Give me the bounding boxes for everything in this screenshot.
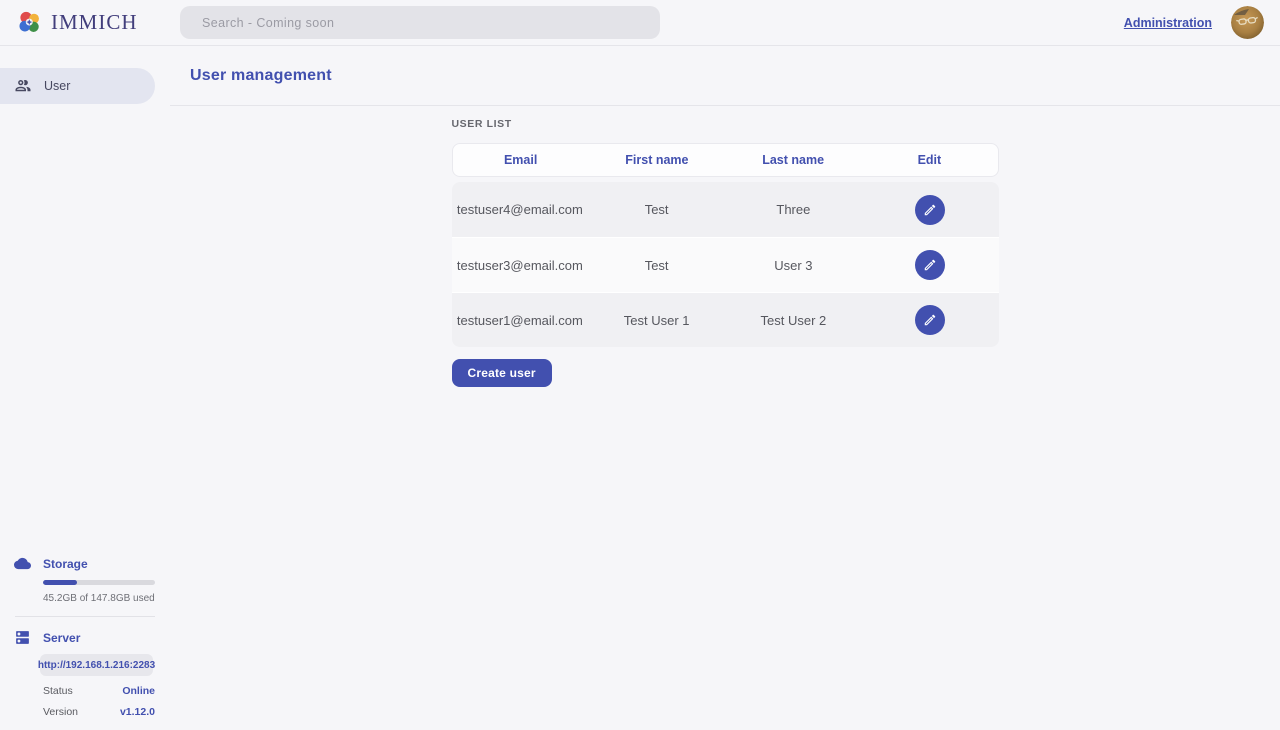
cell-email: testuser4@email.com [452,202,589,217]
column-header-edit: Edit [861,153,997,167]
main-panel: User management USER LIST Email First na… [170,46,1280,730]
server-title: Server [43,631,80,645]
create-user-button[interactable]: Create user [452,359,552,387]
cell-last-name: User 3 [725,258,862,273]
storage-progress-fill [43,580,77,585]
column-header-email: Email [453,153,589,167]
logo-wordmark: IMMICH [51,10,138,35]
status-value: Online [122,685,155,697]
storage-title: Storage [43,557,88,571]
cell-first-name: Test User 1 [588,313,725,328]
cell-first-name: Test [588,202,725,217]
edit-user-button[interactable] [915,195,945,225]
server-version-row: Version v1.12.0 [43,706,155,718]
immich-flower-icon [16,9,43,36]
edit-user-button[interactable] [915,305,945,335]
immich-app: IMMICH Administration [0,0,1280,730]
topbar: IMMICH Administration [0,0,1280,46]
table-body: testuser4@email.com Test Three [452,182,999,347]
version-value: v1.12.0 [120,706,155,718]
storage-section-header: Storage [0,555,155,572]
cell-email: testuser3@email.com [452,258,589,273]
cell-first-name: Test [588,258,725,273]
server-url-badge: http://192.168.1.216:2283 [40,654,153,676]
administration-link[interactable]: Administration [1124,16,1212,30]
server-icon [14,629,31,646]
storage-progress-bar [43,580,155,585]
pencil-icon [923,313,937,327]
sidebar-divider [15,616,155,617]
cloud-icon [14,555,31,572]
search-input[interactable] [180,6,660,39]
user-avatar[interactable] [1231,6,1264,39]
column-header-first-name: First name [589,153,725,167]
immich-logo[interactable]: IMMICH [16,9,138,36]
sidebar-footer: Storage 45.2GB of 147.8GB used [0,555,155,718]
table-row: testuser1@email.com Test User 1 Test Use… [452,292,999,347]
table-header-row: Email First name Last name Edit [452,143,999,177]
user-list-title: USER LIST [452,118,999,130]
page-title: User management [190,67,332,85]
pencil-icon [923,258,937,272]
table-row: testuser4@email.com Test Three [452,182,999,237]
storage-usage-text: 45.2GB of 147.8GB used [43,593,155,604]
server-section-header: Server [0,629,155,646]
sidebar-item-user[interactable]: User [0,68,155,104]
users-icon [14,77,32,95]
pencil-icon [923,203,937,217]
edit-user-button[interactable] [915,250,945,280]
cell-email: testuser1@email.com [452,313,589,328]
cell-last-name: Test User 2 [725,313,862,328]
cell-last-name: Three [725,202,862,217]
body-layout: User Storage 45.2GB of 147.8GB [0,46,1280,730]
sidebar-item-label: User [44,79,70,93]
content-area: USER LIST Email First name Last name Edi… [170,106,1280,730]
status-label: Status [43,685,73,697]
version-label: Version [43,706,78,718]
table-row: testuser3@email.com Test User 3 [452,237,999,292]
column-header-last-name: Last name [725,153,861,167]
server-status-row: Status Online [43,685,155,697]
page-header: User management [170,46,1280,106]
admin-sidebar: User Storage 45.2GB of 147.8GB [0,46,170,730]
user-list: USER LIST Email First name Last name Edi… [452,118,999,347]
topbar-right: Administration [1124,6,1264,39]
